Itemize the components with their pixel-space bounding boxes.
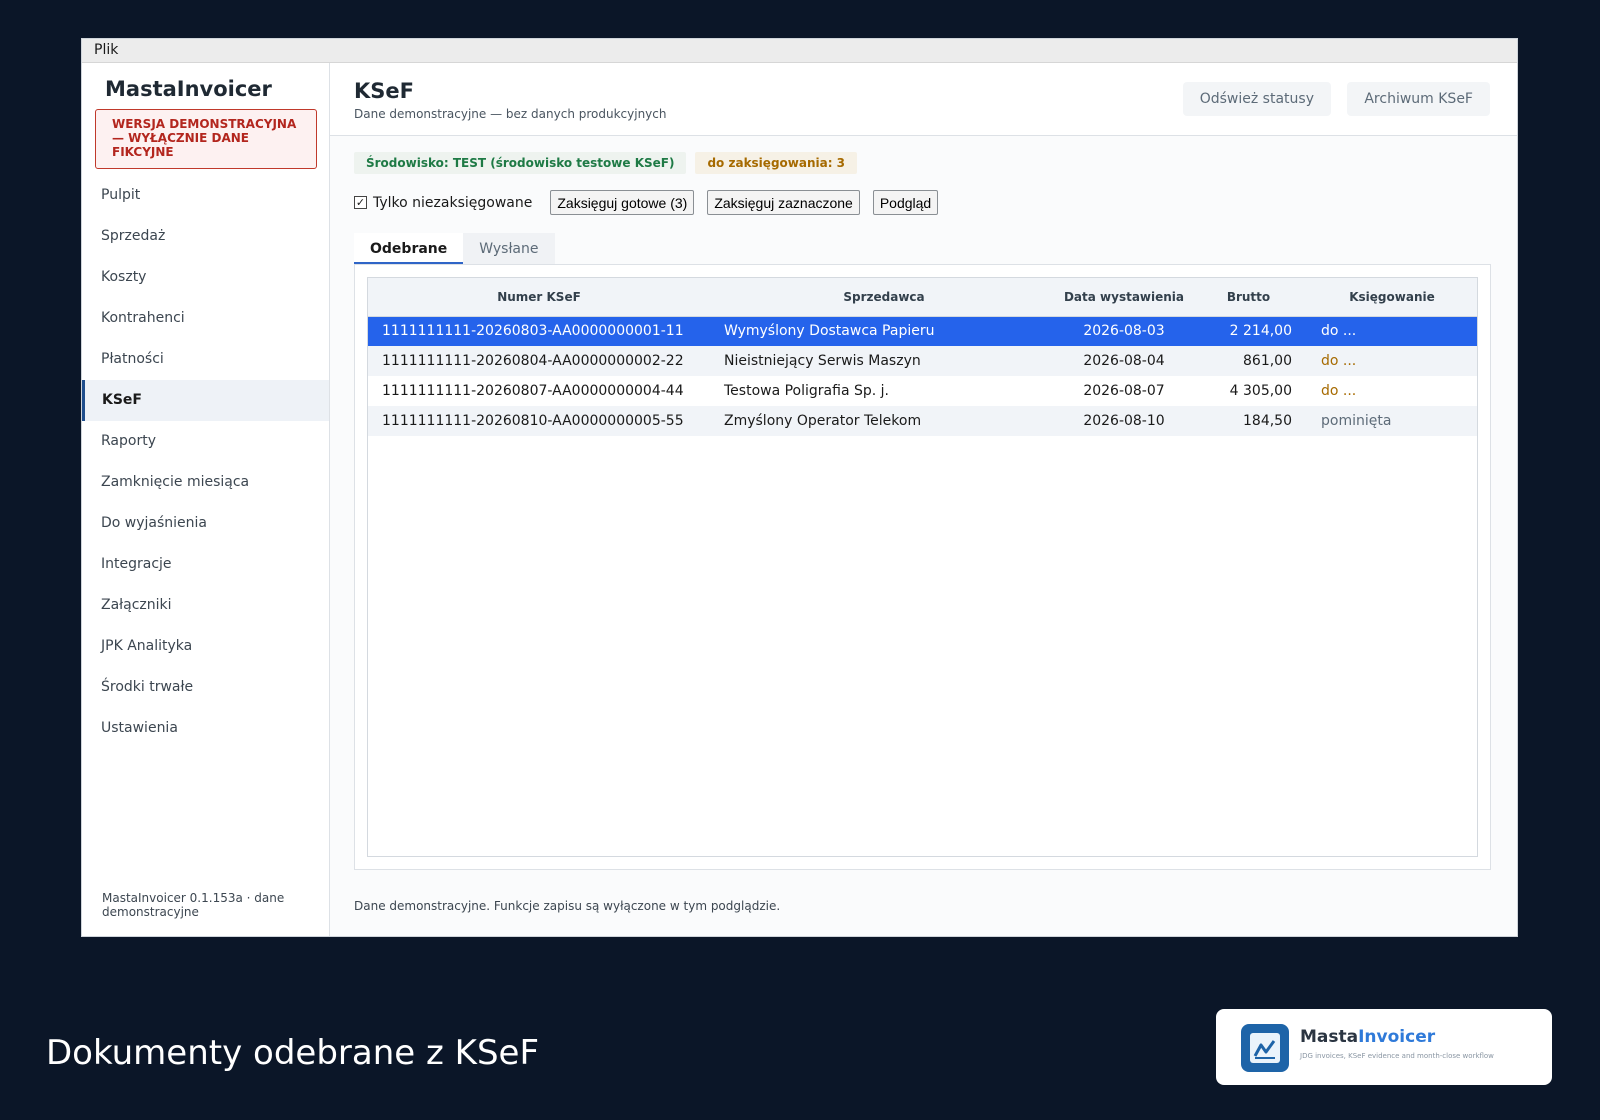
logo-wordmark: MastaInvoicer xyxy=(1300,1027,1435,1047)
cell-ksef-number: 1111111111-20260803-AA0000000001-11 xyxy=(368,316,710,346)
cell-posting-status: pominięta xyxy=(1307,406,1477,436)
table-row[interactable]: 1111111111-20260804-AA0000000002-22 Niei… xyxy=(368,346,1477,376)
tabs: Odebrane Wysłane xyxy=(354,233,1491,265)
logo-wordmark-part1: Masta xyxy=(1300,1027,1359,1047)
logo-tagline: JDG invoices, KSeF evidence and month-cl… xyxy=(1300,1052,1494,1060)
sidebar-item-koszty[interactable]: Koszty xyxy=(82,257,329,298)
cell-date: 2026-08-04 xyxy=(1058,346,1190,376)
sidebar-item-raporty[interactable]: Raporty xyxy=(82,421,329,462)
logo-wordmark-part2: Invoicer xyxy=(1358,1027,1436,1047)
posting-status-text: do ... xyxy=(1321,353,1357,369)
column-header-data-wystawienia[interactable]: Data wystawienia xyxy=(1058,278,1190,317)
cell-gross: 4 305,00 xyxy=(1229,383,1292,399)
table-row[interactable]: 1111111111-20260803-AA0000000001-11 Wymy… xyxy=(368,316,1477,346)
cell-gross: 861,00 xyxy=(1190,346,1307,376)
sidebar-item-integracje[interactable]: Integracje xyxy=(82,544,329,585)
cell-date: 2026-08-03 xyxy=(1058,316,1190,346)
refresh-statuses-button[interactable]: Odśwież statusy xyxy=(1182,82,1331,116)
cell-gross: 184,50 xyxy=(1190,406,1307,436)
sidebar-item-kontrahenci[interactable]: Kontrahenci xyxy=(82,298,329,339)
app-logo-icon xyxy=(1241,1024,1289,1072)
invoice-table: Numer KSeF Sprzedawca Data wystawienia B… xyxy=(368,278,1477,436)
app-window: Plik MastaInvoicer WERSJA DEMONSTRACYJNA… xyxy=(81,38,1518,937)
cell-ksef-number: 1111111111-20260804-AA0000000002-22 xyxy=(368,346,710,376)
table-header-row: Numer KSeF Sprzedawca Data wystawienia B… xyxy=(368,278,1477,317)
brand-title: MastaInvoicer xyxy=(105,77,272,101)
cell-seller: Zmyślony Operator Telekom xyxy=(710,406,1058,436)
logo-document-shape xyxy=(1250,1033,1280,1063)
environment-badge: Środowisko: TEST (środowisko testowe KSe… xyxy=(354,152,687,174)
column-header-brutto[interactable]: Brutto xyxy=(1190,278,1307,317)
sidebar: MastaInvoicer WERSJA DEMONSTRACYJNA — WY… xyxy=(82,63,330,936)
table-row[interactable]: 1111111111-20260810-AA0000000005-55 Zmyś… xyxy=(368,406,1477,436)
posting-status-text: do ... xyxy=(1321,383,1357,399)
post-ready-button[interactable]: Zaksięguj gotowe (3) xyxy=(550,190,695,215)
main-content: KSeF Dane demonstracyjne — bez danych pr… xyxy=(330,63,1517,936)
cell-posting-status: do ... xyxy=(1307,376,1477,406)
posting-status-text: do ... xyxy=(1321,323,1357,340)
screenshot-caption: Dokumenty odebrane z KSeF xyxy=(46,1033,539,1073)
page-title: KSeF xyxy=(354,79,414,103)
sidebar-item-ksef[interactable]: KSeF xyxy=(82,380,329,421)
cell-seller: Wymyślony Dostawca Papieru xyxy=(710,316,1058,346)
posting-status-text: pominięta xyxy=(1321,413,1392,429)
cell-ksef-number: 1111111111-20260810-AA0000000005-55 xyxy=(368,406,710,436)
status-badges: Środowisko: TEST (środowisko testowe KSe… xyxy=(354,152,858,174)
cell-seller: Nieistniejący Serwis Maszyn xyxy=(710,346,1058,376)
version-info: MastaInvoicer 0.1.153a · dane demonstrac… xyxy=(102,891,285,919)
cell-date: 2026-08-10 xyxy=(1058,406,1190,436)
invoice-table-container: Numer KSeF Sprzedawca Data wystawienia B… xyxy=(367,277,1478,857)
cell-posting-status: do ... xyxy=(1307,346,1477,376)
ksef-archive-button[interactable]: Archiwum KSeF xyxy=(1347,82,1490,116)
page-subtitle: Dane demonstracyjne — bez danych produkc… xyxy=(354,107,667,121)
sidebar-item-pulpit[interactable]: Pulpit xyxy=(82,175,329,216)
sidebar-item-jpk-analityka[interactable]: JPK Analityka xyxy=(82,626,329,667)
brand-logo-card: MastaInvoicer JDG invoices, KSeF evidenc… xyxy=(1216,1009,1552,1085)
to-post-badge: do zaksięgowania: 3 xyxy=(695,152,858,174)
sidebar-nav: Pulpit Sprzedaż Koszty Kontrahenci Płatn… xyxy=(82,175,329,749)
sidebar-item-ustawienia[interactable]: Ustawienia xyxy=(82,708,329,749)
menu-file[interactable]: Plik xyxy=(94,42,118,58)
only-unposted-label: Tylko niezaksięgowane xyxy=(373,194,533,211)
table-row[interactable]: 1111111111-20260807-AA0000000004-44 Test… xyxy=(368,376,1477,406)
column-header-ksiegowanie[interactable]: Księgowanie xyxy=(1307,278,1477,317)
toolbar: ✓ Tylko niezaksięgowane Zaksięguj gotowe… xyxy=(354,190,951,215)
menubar: Plik xyxy=(82,39,1517,63)
sidebar-item-srodki-trwale[interactable]: Środki trwałe xyxy=(82,667,329,708)
only-unposted-toggle[interactable]: ✓ Tylko niezaksięgowane xyxy=(354,195,532,211)
preview-button[interactable]: Podgląd xyxy=(872,190,939,215)
demo-notice: WERSJA DEMONSTRACYJNA — WYŁĄCZNIE DANE F… xyxy=(95,109,317,169)
sidebar-item-do-wyjasnienia[interactable]: Do wyjaśnienia xyxy=(82,503,329,544)
cell-date: 2026-08-07 xyxy=(1083,383,1165,399)
cell-ksef-number: 1111111111-20260807-AA0000000004-44 xyxy=(382,383,684,399)
tab-odebrane[interactable]: Odebrane xyxy=(354,233,464,264)
tab-wyslane[interactable]: Wysłane xyxy=(463,233,555,264)
demo-footer-note: Dane demonstracyjne. Funkcje zapisu są w… xyxy=(354,899,781,913)
tab-panel: Numer KSeF Sprzedawca Data wystawienia B… xyxy=(354,265,1491,870)
only-unposted-checkbox[interactable]: ✓ xyxy=(354,196,367,209)
sidebar-item-zamkniecie-miesiaca[interactable]: Zamknięcie miesiąca xyxy=(82,462,329,503)
sidebar-item-platnosci[interactable]: Płatności xyxy=(82,339,329,380)
post-selected-button[interactable]: Zaksięguj zaznaczone xyxy=(707,190,860,215)
column-header-numer-ksef[interactable]: Numer KSeF xyxy=(368,278,710,317)
cell-posting-status: do ... xyxy=(1307,316,1477,346)
logo-chart-glyph xyxy=(1253,1040,1276,1059)
app-body: MastaInvoicer WERSJA DEMONSTRACYJNA — WY… xyxy=(82,63,1517,936)
column-header-sprzedawca[interactable]: Sprzedawca xyxy=(710,278,1058,317)
page-header: KSeF Dane demonstracyjne — bez danych pr… xyxy=(330,63,1517,136)
cell-seller: Testowa Poligrafia Sp. j. xyxy=(724,383,889,399)
sidebar-item-zalaczniki[interactable]: Załączniki xyxy=(82,585,329,626)
sidebar-item-sprzedaz[interactable]: Sprzedaż xyxy=(82,216,329,257)
cell-gross: 2 214,00 xyxy=(1190,316,1307,346)
